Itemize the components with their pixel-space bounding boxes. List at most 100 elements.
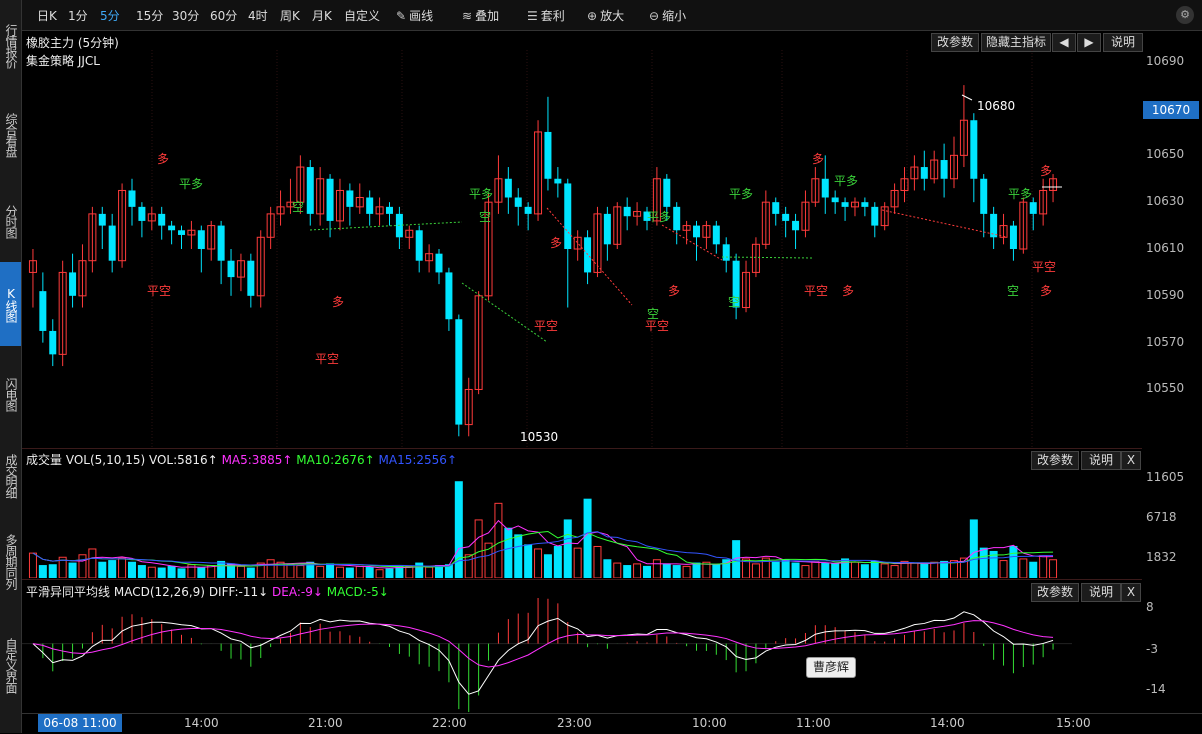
period-tab-0[interactable]: 日K xyxy=(37,7,57,24)
candle xyxy=(435,249,443,285)
signal-label: 平空 xyxy=(315,352,340,366)
volume-bar xyxy=(236,565,245,578)
macd-indicator: MACD(12,26,9) xyxy=(113,585,205,599)
volume-bar xyxy=(672,565,681,578)
candle xyxy=(871,202,879,238)
signal-label: 多 xyxy=(1040,164,1053,178)
time-label: 10:00 xyxy=(692,716,727,730)
candle xyxy=(227,249,235,296)
candle xyxy=(861,197,869,217)
macd-chart[interactable] xyxy=(22,598,1142,712)
candle xyxy=(445,267,453,331)
macd-diff: DIFF:-11↓ xyxy=(208,585,269,599)
volume-chart[interactable] xyxy=(22,466,1142,578)
nav-item-label: 成交明细 xyxy=(4,454,18,498)
candle xyxy=(761,190,770,249)
nav-item-label: 综合看盘 xyxy=(4,113,18,157)
candle xyxy=(702,220,711,249)
volume-bar xyxy=(48,564,57,578)
candle xyxy=(782,206,790,238)
period-tab-2[interactable]: 5分 xyxy=(100,7,120,24)
signal-label: 平多 xyxy=(834,174,859,188)
tool-zoom-in[interactable]: ⊕ 放大 xyxy=(587,7,624,24)
candle xyxy=(346,183,354,226)
period-tab-1[interactable]: 1分 xyxy=(68,7,88,24)
settings-gear-icon[interactable]: ⚙ xyxy=(1176,6,1194,24)
nav-item-0[interactable]: 行情报价 xyxy=(0,6,21,86)
volume-bar xyxy=(88,548,97,578)
candle xyxy=(613,202,622,249)
candle xyxy=(514,188,522,226)
current-price-tag: 10670 xyxy=(1143,101,1199,119)
volume-bar xyxy=(563,519,572,578)
main-chart-title: 橡胶主力 (5分钟) xyxy=(26,36,119,50)
candle xyxy=(168,220,176,245)
volume-bar xyxy=(524,544,533,578)
volume-bar xyxy=(603,559,612,578)
volume-bar xyxy=(573,547,582,578)
candle xyxy=(742,260,751,313)
volume-ma10: MA10:2676↑ xyxy=(296,453,375,467)
zoom-in-icon: ⊕ xyxy=(587,9,598,23)
candle xyxy=(633,202,642,226)
volume-bar xyxy=(593,545,602,578)
time-label: 21:00 xyxy=(308,716,343,730)
volume-bar xyxy=(553,545,562,578)
nav-item-2[interactable]: 分时图 xyxy=(0,186,21,256)
candle xyxy=(128,178,136,226)
period-tab-8[interactable]: 月K xyxy=(312,7,332,24)
tool-stack[interactable]: ≋ 叠加 xyxy=(462,7,499,24)
volume-bar xyxy=(791,562,800,578)
candle xyxy=(187,220,196,249)
nav-item-5[interactable]: 成交明细 xyxy=(0,438,21,514)
volume-bar xyxy=(1019,558,1028,578)
candle xyxy=(920,150,928,191)
candle xyxy=(276,190,285,226)
volume-bar xyxy=(246,567,255,578)
nav-item-label: 闪电图 xyxy=(4,377,18,411)
candle xyxy=(623,197,631,231)
candle xyxy=(564,178,572,308)
candle xyxy=(326,174,334,238)
period-tab-4[interactable]: 30分 xyxy=(172,7,199,24)
candle xyxy=(335,178,344,231)
volume-bar xyxy=(534,548,543,578)
price-tick: 10570 xyxy=(1146,334,1185,349)
tool-arbitrage[interactable]: ☰ 套利 xyxy=(527,7,565,24)
arbitrage-icon: ☰ xyxy=(527,9,538,23)
period-tab-7[interactable]: 周K xyxy=(280,7,300,24)
candlestick-chart[interactable] xyxy=(22,50,1142,448)
time-label: 14:00 xyxy=(930,716,965,730)
nav-item-1[interactable]: 综合看盘 xyxy=(0,92,21,178)
volume-bar xyxy=(207,565,216,578)
nav-item-6[interactable]: 多周期同列 xyxy=(0,520,21,602)
candle xyxy=(375,197,384,226)
signal-label: 空 xyxy=(1007,284,1020,298)
nav-item-7[interactable]: 自定义界面 xyxy=(0,610,21,720)
candle xyxy=(1009,220,1017,261)
nav-item-4[interactable]: 闪电图 xyxy=(0,355,21,433)
period-tab-9[interactable]: 自定义 xyxy=(344,7,380,24)
volume-bar xyxy=(662,563,671,578)
signal-label: 多 xyxy=(668,284,681,298)
tool-pencil[interactable]: ✎ 画线 xyxy=(396,7,433,24)
tool-zoom-out[interactable]: ⊖ 缩小 xyxy=(649,7,686,24)
volume-bar xyxy=(920,563,929,578)
price-tick: 10630 xyxy=(1146,194,1185,209)
candle xyxy=(366,190,374,226)
nav-item-3[interactable]: K线图 xyxy=(0,262,21,346)
signal-label: 空 xyxy=(292,200,305,214)
candle xyxy=(990,206,998,249)
volume-ma5: MA5:3885↑ xyxy=(221,453,293,467)
signal-label: 平空 xyxy=(1032,260,1057,274)
candle xyxy=(693,220,701,261)
stack-icon: ≋ xyxy=(462,9,473,23)
period-tab-5[interactable]: 60分 xyxy=(210,7,237,24)
period-tab-6[interactable]: 4时 xyxy=(248,7,268,24)
period-tab-3[interactable]: 15分 xyxy=(136,7,163,24)
signal-label: 平多 xyxy=(647,210,672,224)
candle xyxy=(811,167,820,207)
volume-bar xyxy=(217,560,226,578)
signal-label: 多 xyxy=(1040,284,1053,298)
volume-bar xyxy=(435,565,444,578)
